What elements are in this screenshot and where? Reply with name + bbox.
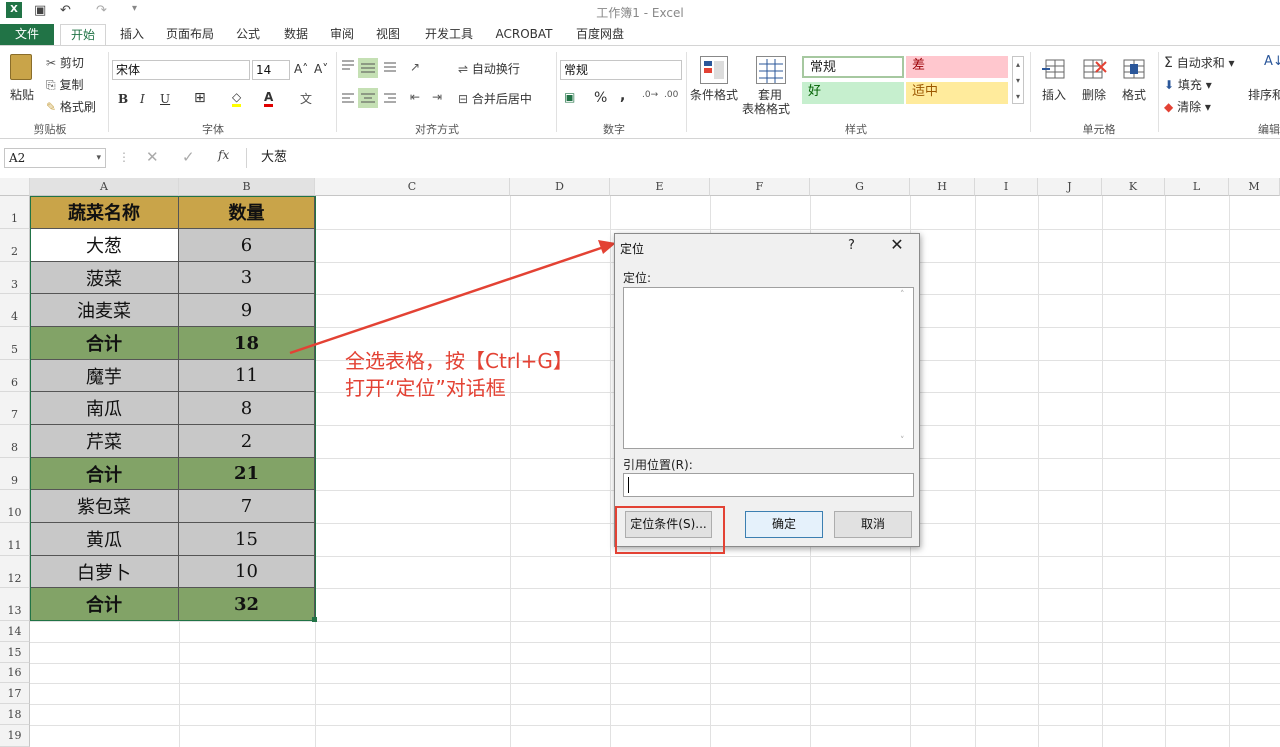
reference-input[interactable] <box>623 473 914 497</box>
goto-dialog: 定位 ? ✕ 定位: ˄ ˅ 引用位置(R): 定位条件(S)... 确定 取消 <box>614 233 920 547</box>
scroll-up-icon[interactable]: ˄ <box>900 290 905 300</box>
goto-list-label: 定位: <box>623 271 652 285</box>
annotation-line-2: 打开“定位”对话框 <box>345 376 506 400</box>
help-icon[interactable]: ? <box>848 238 855 253</box>
annotation-line-1: 全选表格，按【Ctrl+G】 <box>345 349 573 373</box>
highlight-box <box>615 506 725 554</box>
dialog-title: 定位 <box>620 242 645 256</box>
cancel-button[interactable]: 取消 <box>834 511 912 538</box>
close-icon[interactable]: ✕ <box>887 235 907 254</box>
ok-button[interactable]: 确定 <box>745 511 823 538</box>
reference-label: 引用位置(R): <box>623 458 693 472</box>
annotation-text: 全选表格，按【Ctrl+G】 打开“定位”对话框 <box>345 348 573 402</box>
goto-list[interactable]: ˄ ˅ <box>623 287 914 449</box>
scroll-down-icon[interactable]: ˅ <box>900 436 905 446</box>
text-caret <box>628 477 629 493</box>
list-scrollbar[interactable]: ˄ ˅ <box>896 288 913 448</box>
